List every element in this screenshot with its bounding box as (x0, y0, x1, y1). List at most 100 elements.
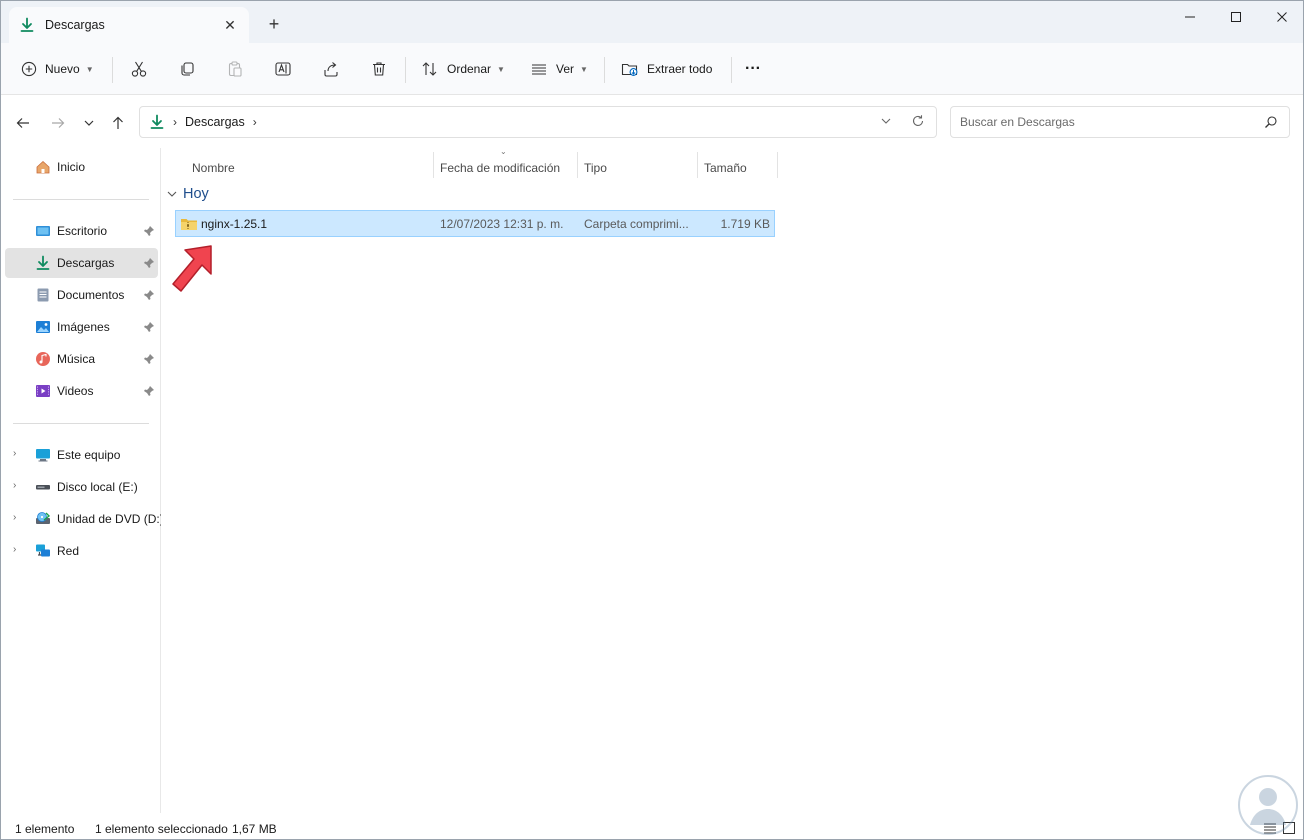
search-input[interactable] (952, 108, 1252, 136)
status-bar: 1 elemento 1 elemento seleccionado 1,67 … (1, 813, 1303, 839)
pin-icon[interactable] (143, 385, 155, 397)
title-bar: Descargas ✕ + (1, 1, 1303, 43)
plus-circle-icon (21, 61, 37, 77)
sidebar-item-videos[interactable]: Videos (5, 376, 158, 406)
expand-chevron-icon[interactable]: › (13, 448, 16, 459)
column-header-modified[interactable]: Fecha de modificación (440, 156, 560, 180)
group-header-label: Hoy (183, 186, 209, 202)
search-icon[interactable] (1264, 115, 1278, 129)
sidebar-item-disco-local[interactable]: › Disco local (E:) (5, 472, 158, 502)
chevron-down-icon[interactable] (880, 115, 892, 127)
pin-icon[interactable] (143, 225, 155, 237)
column-header-size[interactable]: Tamaño (704, 156, 747, 180)
pin-icon[interactable] (143, 289, 155, 301)
sidebar-item-label: Videos (57, 384, 94, 398)
sidebar-item-musica[interactable]: Música (5, 344, 158, 374)
delete-button[interactable] (370, 53, 388, 85)
column-header-label: Tipo (584, 161, 607, 175)
extract-all-button[interactable]: Extraer todo (621, 53, 712, 85)
maximize-button[interactable] (1213, 1, 1259, 33)
view-button[interactable]: Ver ▼ (530, 53, 588, 85)
network-icon (36, 544, 50, 557)
paste-button[interactable] (226, 53, 244, 85)
arrow-right-icon (52, 118, 65, 128)
drive-icon (36, 485, 50, 490)
watermark-logo-icon (1238, 775, 1298, 835)
sidebar-item-este-equipo[interactable]: › Este equipo (5, 440, 158, 470)
group-header-hoy[interactable]: Hoy (167, 186, 209, 202)
pin-icon[interactable] (143, 353, 155, 365)
column-divider[interactable] (697, 152, 698, 178)
sidebar-item-imagenes[interactable]: Imágenes (5, 312, 158, 342)
sidebar-item-label: Descargas (57, 256, 115, 270)
new-tab-button[interactable]: + (263, 13, 285, 35)
extract-all-label: Extraer todo (647, 62, 713, 76)
red-arrow-icon (172, 245, 212, 292)
arrow-left-icon (16, 118, 29, 128)
chevron-down-icon: ▼ (497, 64, 505, 74)
file-list: Nombre ⌄ Fecha de modificación Tipo Tama… (161, 147, 1303, 813)
sort-button-label: Ordenar (447, 62, 492, 76)
chevron-down-icon: ▼ (85, 64, 94, 74)
toolbar-divider (112, 57, 113, 83)
sidebar-item-descargas[interactable]: Descargas (5, 248, 158, 278)
breadcrumb-descargas[interactable]: Descargas (185, 115, 245, 129)
address-bar[interactable]: › Descargas › (139, 106, 937, 138)
expand-chevron-icon[interactable]: › (13, 544, 16, 555)
navigation-pane: Inicio Escritorio Descargas Documentos I… (1, 148, 164, 813)
tab-descargas[interactable]: Descargas ✕ (9, 7, 249, 43)
file-type: Carpeta comprimi... (584, 217, 689, 231)
new-button[interactable]: Nuevo ▼ (21, 53, 94, 85)
minimize-button[interactable] (1167, 1, 1213, 33)
video-icon (36, 385, 50, 397)
file-size: 1.719 KB (720, 217, 770, 231)
refresh-icon[interactable] (911, 114, 925, 128)
pin-icon[interactable] (143, 257, 155, 269)
cut-button[interactable] (130, 53, 148, 85)
recent-locations-button[interactable] (78, 112, 100, 134)
sort-icon (422, 62, 437, 76)
share-icon (324, 62, 338, 77)
column-divider[interactable] (577, 152, 578, 178)
file-name: nginx-1.25.1 (201, 217, 268, 231)
status-selection-size: 1,67 MB (232, 822, 277, 836)
copy-button[interactable] (178, 53, 196, 85)
share-button[interactable] (322, 53, 340, 85)
sort-button[interactable]: Ordenar ▼ (421, 53, 505, 85)
column-header-type[interactable]: Tipo (584, 156, 607, 180)
forward-button[interactable] (47, 112, 69, 134)
expand-chevron-icon[interactable]: › (13, 512, 16, 523)
command-bar: Nuevo ▼ Ordenar ▼ Ver ▼ Extraer todo ··· (1, 43, 1303, 95)
sidebar-item-dvd[interactable]: › Unidad de DVD (D:) (5, 504, 164, 534)
expand-chevron-icon[interactable]: › (13, 480, 16, 491)
column-divider[interactable] (433, 152, 434, 178)
chevron-down-icon (84, 120, 94, 126)
close-window-button[interactable] (1259, 1, 1304, 33)
sidebar-item-label: Música (57, 352, 96, 366)
more-options-button[interactable]: ··· (745, 53, 761, 85)
breadcrumb-separator[interactable]: › (173, 115, 177, 129)
column-divider[interactable] (777, 152, 778, 178)
document-icon (37, 288, 49, 302)
more-icon: ··· (745, 60, 761, 77)
sidebar-item-label: Disco local (E:) (57, 480, 138, 494)
pin-icon[interactable] (143, 321, 155, 333)
sidebar-item-label: Este equipo (57, 448, 121, 462)
rename-icon (275, 62, 291, 76)
sidebar-item-documentos[interactable]: Documentos (5, 280, 158, 310)
close-icon (1277, 12, 1287, 22)
sidebar-item-label: Escritorio (57, 224, 108, 238)
tab-close-icon[interactable]: ✕ (221, 16, 239, 34)
table-row[interactable]: nginx-1.25.1 12/07/2023 12:31 p. m. Carp… (175, 210, 775, 237)
column-header-name[interactable]: Nombre (192, 156, 235, 180)
up-button[interactable] (107, 112, 129, 134)
rename-button[interactable] (274, 53, 292, 85)
sidebar-item-escritorio[interactable]: Escritorio (5, 216, 158, 246)
sidebar-item-inicio[interactable]: Inicio (5, 152, 158, 182)
pictures-icon (36, 321, 50, 333)
dvd-drive-icon (36, 512, 51, 524)
back-button[interactable] (12, 112, 34, 134)
sidebar-item-red[interactable]: › Red (5, 536, 158, 566)
download-icon (150, 114, 164, 129)
breadcrumb-separator[interactable]: › (253, 115, 257, 129)
